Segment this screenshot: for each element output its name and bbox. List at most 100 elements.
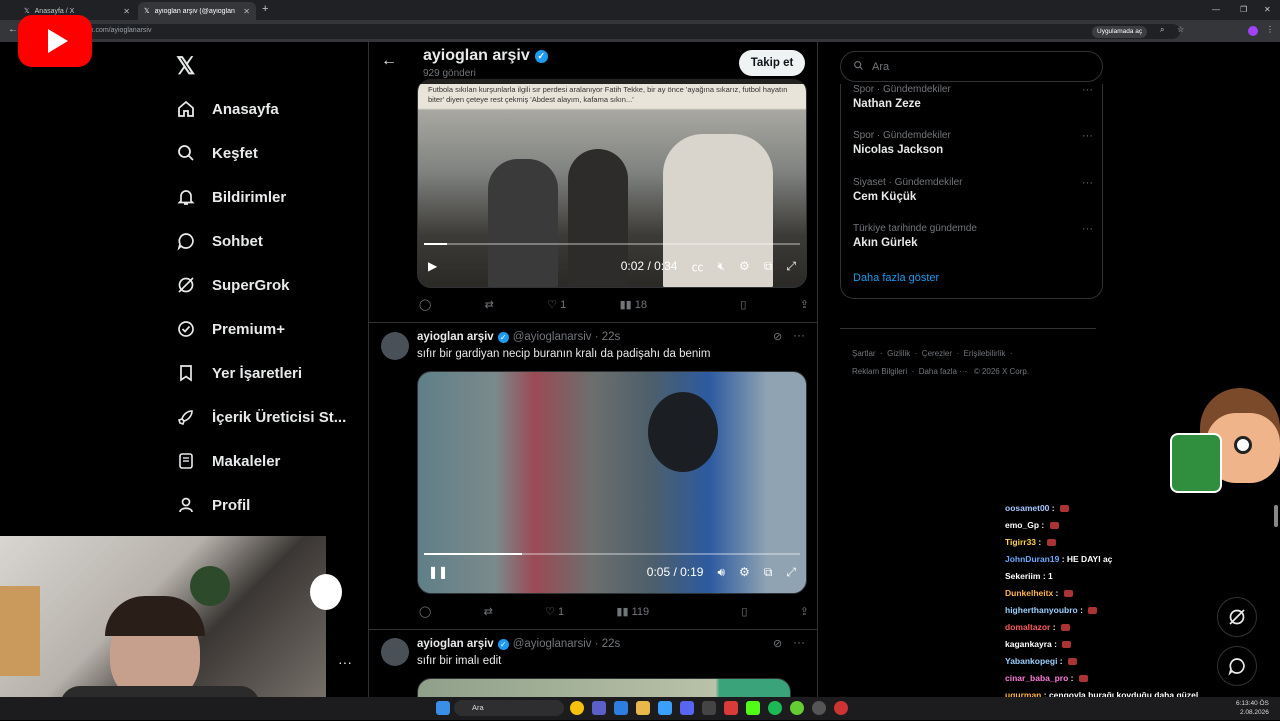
close-window-icon[interactable]: ✕ xyxy=(1264,5,1271,14)
pip-icon[interactable]: ⧉ xyxy=(764,259,773,274)
maximize-icon[interactable]: ❐ xyxy=(1240,5,1247,14)
avatar[interactable] xyxy=(381,638,409,666)
open-in-app-button[interactable]: Uygulamada aç xyxy=(1092,26,1148,38)
settings-icon[interactable]: ⚙ xyxy=(739,565,750,579)
new-tab-button[interactable]: + xyxy=(262,3,268,15)
x-logo-icon[interactable]: 𝕏 xyxy=(176,52,195,81)
tweet-more-icon[interactable]: ··· xyxy=(793,635,805,649)
trend-item[interactable]: Spor · Gündemdekiler Nicolas Jackson ··· xyxy=(853,130,1093,156)
chat-scrollbar[interactable] xyxy=(1274,505,1278,527)
search-input[interactable]: Ara xyxy=(840,51,1103,82)
tweet-author[interactable]: ayioglan arşiv xyxy=(417,331,494,343)
zoom-icon[interactable]: ⌕ xyxy=(1160,25,1164,35)
url-field[interactable]: x.com/ayioglanarsiv xyxy=(60,24,1180,39)
chat-username[interactable]: Tigirr33 xyxy=(1005,537,1036,547)
chrome-icon[interactable] xyxy=(570,701,584,715)
spotify-icon[interactable] xyxy=(768,701,782,715)
follow-button[interactable]: Takip et xyxy=(739,50,805,76)
discord-icon[interactable] xyxy=(680,701,694,715)
close-tab-icon[interactable]: ✕ xyxy=(243,7,250,16)
chat-username[interactable]: Yabankopegi xyxy=(1005,656,1057,666)
trend-item[interactable]: Spor · Gündemdekiler Nathan Zeze ··· xyxy=(853,84,1093,110)
chat-username[interactable]: emo_Gp xyxy=(1005,520,1039,530)
app-icon[interactable] xyxy=(724,701,738,715)
trend-item[interactable]: Türkiye tarihinde gündemde Akın Gürlek ·… xyxy=(853,223,1093,249)
sidebar-item-explore[interactable]: Keşfet xyxy=(170,131,365,175)
star-icon[interactable]: ☆ xyxy=(1177,25,1184,34)
chat-username[interactable]: cinar_baba_pro xyxy=(1005,673,1068,683)
back-arrow-icon[interactable]: ← xyxy=(381,52,397,70)
footer-link[interactable]: Çerezler xyxy=(922,349,952,358)
back-icon[interactable]: ← xyxy=(8,24,18,35)
close-tab-icon[interactable]: ✕ xyxy=(123,7,130,16)
chat-username[interactable]: domaltazor xyxy=(1005,622,1050,632)
trend-more-icon[interactable]: ··· xyxy=(1082,84,1093,96)
pause-icon[interactable]: ❚❚ xyxy=(428,565,448,579)
sidebar-item-creator-studio[interactable]: İçerik Üreticisi St... xyxy=(170,395,365,439)
sidebar-item-chat[interactable]: Sohbet xyxy=(170,219,365,263)
sidebar-item-premium[interactable]: Premium+ xyxy=(170,307,365,351)
minimize-icon[interactable]: — xyxy=(1212,5,1220,14)
footer-link[interactable]: Reklam Bilgileri xyxy=(852,367,907,376)
taskbar-search[interactable]: Ara xyxy=(454,700,564,716)
tab-profile[interactable]: 𝕏 ayioglan arşiv (@ayioglana ✕ xyxy=(138,2,256,20)
grok-icon[interactable]: ⊘ xyxy=(773,330,782,343)
show-more-link[interactable]: Daha fazla göster xyxy=(853,272,939,284)
grok-icon[interactable]: ⊘ xyxy=(773,637,782,650)
views-button[interactable]: ▮▮ 119 xyxy=(616,605,649,618)
share-icon[interactable]: ⇪ xyxy=(800,298,809,311)
footer-link[interactable]: Daha fazla ··· xyxy=(919,367,967,376)
footer-link[interactable]: Şartlar xyxy=(852,349,876,358)
app-icon[interactable] xyxy=(702,701,716,715)
bookmark-icon[interactable]: ▯ xyxy=(740,298,746,311)
chat-username[interactable]: kagankayra xyxy=(1005,639,1052,649)
sidebar-item-home[interactable]: Anasayfa xyxy=(170,87,365,131)
sidebar-item-notifications[interactable]: Bildirimler xyxy=(170,175,365,219)
volume-icon[interactable]: 🔊︎ xyxy=(717,565,725,580)
tweet-video[interactable]: Futbola sıkılan kurşunlarla ilgili sır p… xyxy=(417,78,807,288)
trend-more-icon[interactable]: ··· xyxy=(1082,223,1093,235)
mute-icon[interactable]: 🔇︎ xyxy=(717,259,725,274)
fullscreen-icon[interactable]: ⤢ xyxy=(786,259,796,274)
menu-icon[interactable]: ⋮ xyxy=(1266,25,1274,34)
reply-icon[interactable]: ◯ xyxy=(419,605,431,618)
trend-item[interactable]: Siyaset · Gündemdekiler Cem Küçük ··· xyxy=(853,177,1093,203)
captions-icon[interactable]: ㏄ xyxy=(691,258,703,275)
footer-link[interactable]: Erişilebilirlik xyxy=(964,349,1006,358)
chat-username[interactable]: Sekeriim xyxy=(1005,571,1040,581)
grok-floating-button[interactable] xyxy=(1217,597,1257,637)
settings-icon[interactable]: ⚙ xyxy=(739,259,750,273)
chat-username[interactable]: JohnDuran19 xyxy=(1005,554,1059,564)
reply-icon[interactable]: ◯ xyxy=(419,298,431,311)
tweet-author[interactable]: ayioglan arşiv xyxy=(417,638,494,650)
app-icon[interactable] xyxy=(658,701,672,715)
taskbar-clock[interactable]: 6:13:40 ÖS 2.08.2026 xyxy=(1236,699,1269,717)
tweet-more-icon[interactable]: ··· xyxy=(793,328,805,342)
obs-icon[interactable] xyxy=(812,701,826,715)
windows-start-icon[interactable] xyxy=(436,701,450,715)
app-icon[interactable] xyxy=(834,701,848,715)
retweet-icon[interactable]: ⇄ xyxy=(484,605,493,618)
sidebar-item-articles[interactable]: Makaleler xyxy=(170,439,365,483)
app-icon[interactable] xyxy=(614,701,628,715)
avatar[interactable] xyxy=(1248,26,1258,36)
sidebar-item-bookmarks[interactable]: Yer İşaretleri xyxy=(170,351,365,395)
folder-icon[interactable] xyxy=(636,701,650,715)
sidebar-item-supergrok[interactable]: SuperGrok xyxy=(170,263,365,307)
sidebar-item-profile[interactable]: Profil xyxy=(170,483,365,527)
like-button[interactable]: ♡ 1 xyxy=(545,605,564,618)
avatar[interactable] xyxy=(381,332,409,360)
play-icon[interactable]: ▶ xyxy=(428,259,437,273)
messages-floating-button[interactable] xyxy=(1217,646,1257,686)
kick-icon[interactable] xyxy=(746,701,760,715)
trend-more-icon[interactable]: ··· xyxy=(1082,177,1093,189)
tweet-video[interactable]: ❚❚ 0:05 / 0:19 🔊︎ ⚙ ⧉ ⤢ xyxy=(417,371,807,594)
app-icon[interactable] xyxy=(790,701,804,715)
chat-username[interactable]: Dunkelheitx xyxy=(1005,588,1053,598)
chat-username[interactable]: oosamet00 xyxy=(1005,503,1049,513)
fullscreen-icon[interactable]: ⤢ xyxy=(786,565,796,580)
footer-link[interactable]: Gizlilik xyxy=(887,349,910,358)
pip-icon[interactable]: ⧉ xyxy=(764,565,773,580)
chat-username[interactable]: higherthanyoubro xyxy=(1005,605,1078,615)
share-icon[interactable]: ⇪ xyxy=(800,605,809,618)
